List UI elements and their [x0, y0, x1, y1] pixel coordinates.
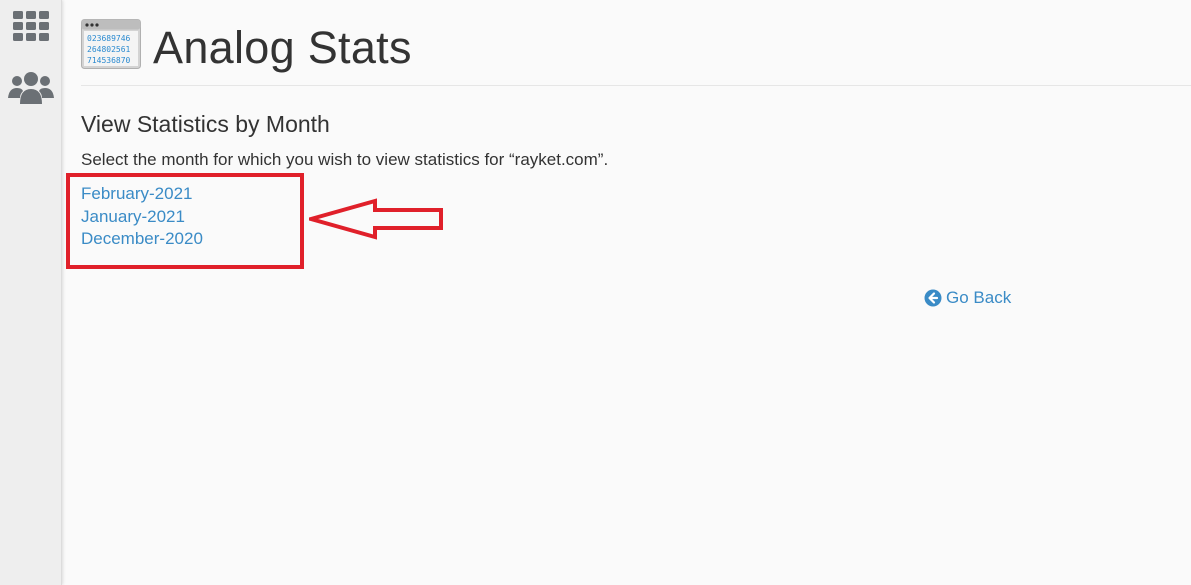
analog-stats-icon: 023689746 264802561 714536870	[81, 19, 141, 69]
sidebar-item-applications[interactable]	[10, 8, 52, 48]
page-header: 023689746 264802561 714536870 Analog Sta…	[81, 16, 1191, 86]
grid-icon	[12, 10, 50, 47]
annotation-arrow-icon	[303, 198, 445, 240]
sidebar-item-users[interactable]	[8, 70, 54, 111]
users-icon	[8, 70, 54, 111]
section-description: Select the month for which you wish to v…	[81, 150, 609, 169]
annotation-highlight-box	[66, 173, 304, 269]
main-content: 023689746 264802561 714536870 Analog Sta…	[63, 0, 1191, 585]
go-back-label: Go Back	[946, 288, 1012, 307]
sidebar	[0, 0, 62, 585]
section-title: View Statistics by Month	[81, 111, 330, 137]
go-back-link[interactable]: Go Back	[924, 288, 1011, 308]
icon-digits-row-3: 714536870	[87, 56, 131, 65]
arrow-circle-left-icon	[924, 289, 942, 307]
icon-digits-row-2: 264802561	[87, 45, 131, 54]
icon-digits-row-1: 023689746	[87, 34, 131, 43]
page-title: Analog Stats	[153, 22, 412, 73]
